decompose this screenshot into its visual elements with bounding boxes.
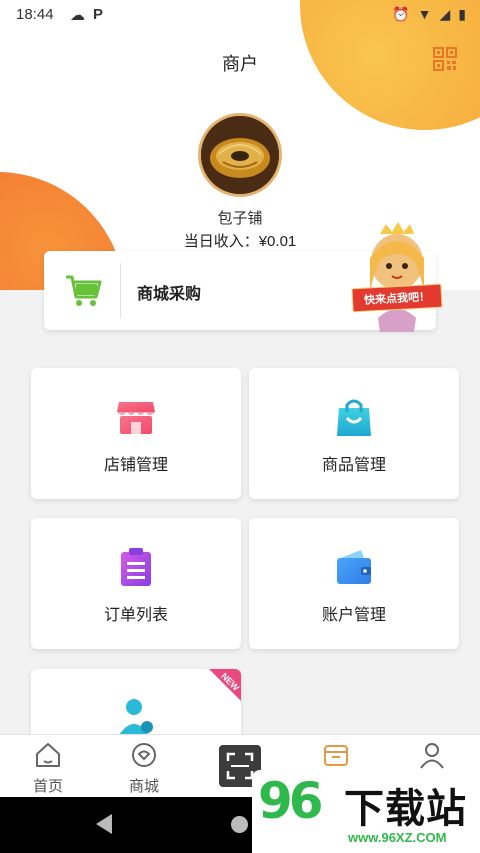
shop-icon bbox=[117, 402, 155, 434]
mascot-sign[interactable]: 快来点我吧！ bbox=[351, 283, 443, 313]
tile-label: 订单列表 bbox=[103, 607, 168, 624]
watermark-number: 96 bbox=[258, 772, 324, 830]
user-settings-icon bbox=[119, 699, 153, 735]
mall-purchase-label: 商城采购 bbox=[137, 286, 202, 303]
back-icon[interactable] bbox=[96, 814, 112, 834]
status-icons-right: ⏰ ▼ ◢ ▮ bbox=[392, 6, 466, 23]
tab-label: 商城 bbox=[128, 778, 159, 795]
watermark-logo: 96 下载站 www.96XZ.COM bbox=[252, 770, 480, 853]
mascot-girl-image[interactable] bbox=[350, 222, 442, 334]
tab-mall[interactable]: 商城 bbox=[96, 735, 192, 798]
cloud-icon: ☁ bbox=[70, 7, 85, 24]
qr-code-icon[interactable] bbox=[433, 47, 457, 71]
clipboard-icon bbox=[121, 548, 151, 586]
store-icon bbox=[324, 745, 348, 766]
shopping-bag-icon bbox=[337, 399, 371, 436]
p-icon: P bbox=[93, 6, 104, 23]
tile-label: 账户管理 bbox=[321, 607, 386, 624]
watermark-url: www.96XZ.COM bbox=[348, 830, 447, 845]
status-icons-left: ☁ P bbox=[70, 6, 103, 24]
tile-product-management[interactable]: 商品管理 bbox=[249, 368, 459, 499]
tile-label: 店铺管理 bbox=[103, 457, 168, 474]
home-circle-icon[interactable] bbox=[231, 816, 248, 833]
tile-shop-management[interactable]: 店铺管理 bbox=[31, 368, 241, 499]
tile-label: 商品管理 bbox=[321, 457, 386, 474]
tile-account-management[interactable]: 账户管理 bbox=[249, 518, 459, 649]
wallet-icon bbox=[337, 550, 371, 584]
shop-avatar[interactable] bbox=[198, 113, 282, 197]
shopping-cart-icon bbox=[66, 275, 102, 306]
profile-icon bbox=[420, 743, 444, 769]
mall-icon bbox=[132, 743, 156, 767]
watermark-text: 下载站 bbox=[344, 787, 467, 831]
tile-user-settings[interactable]: NEW bbox=[31, 669, 241, 739]
mall-divider bbox=[120, 263, 121, 318]
tab-home[interactable]: 首页 bbox=[0, 735, 96, 798]
battery-icon: ▮ bbox=[458, 6, 466, 22]
signal-icon: ◢ bbox=[439, 6, 451, 22]
alarm-icon: ⏰ bbox=[392, 6, 410, 22]
status-time: 18:44 bbox=[16, 6, 54, 23]
status-bar: 18:44 ☁ P ⏰ ▼ ◢ ▮ bbox=[0, 0, 480, 30]
tile-order-list[interactable]: 订单列表 bbox=[31, 518, 241, 649]
new-badge: NEW bbox=[209, 669, 241, 701]
tab-label: 首页 bbox=[32, 778, 63, 795]
page-title: 商户 bbox=[222, 54, 258, 74]
avatar-image bbox=[201, 116, 279, 194]
home-icon bbox=[36, 743, 60, 767]
wifi-icon: ▼ bbox=[417, 6, 432, 22]
